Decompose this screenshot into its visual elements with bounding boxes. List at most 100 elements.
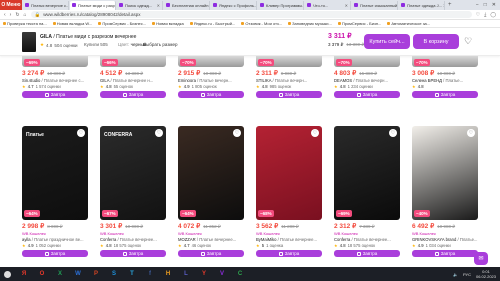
delivery-button[interactable]: Завтра: [100, 250, 166, 257]
taskbar-app-icon[interactable]: Я: [16, 268, 32, 280]
delivery-button[interactable]: Завтра: [22, 250, 88, 257]
delivery-button[interactable]: Завтра: [178, 250, 244, 257]
taskbar-app-icon[interactable]: V: [214, 268, 230, 280]
product-image[interactable]: −66%: [100, 56, 166, 67]
delivery-button[interactable]: Завтра: [334, 91, 400, 98]
delivery-button[interactable]: Завтра: [22, 91, 88, 98]
taskbar-app-icon[interactable]: L: [178, 268, 194, 280]
maximize-icon[interactable]: □: [484, 2, 487, 8]
product-card[interactable]: ♡ −68% 3 562 ₽11 280 ₽ WB Кошелек ByMaiMiko …: [256, 126, 322, 257]
product-card[interactable]: −66% 4 512 ₽13 300 ₽ GILA / Платье вечерне…: [100, 56, 166, 98]
product-card[interactable]: ♡ −40% 6 492 ₽10 980 ₽ WB Кошелек GRINKOVSKA…: [412, 126, 478, 257]
product-card[interactable]: −70% 2 311 ₽8 000 ₽ STILIKA / Платье вечер…: [256, 56, 322, 98]
product-image[interactable]: −69%: [22, 56, 88, 67]
product-image[interactable]: −70%: [334, 56, 400, 67]
product-image[interactable]: ♡ −68%: [256, 126, 322, 220]
language-indicator[interactable]: РУС: [463, 272, 471, 277]
product-title[interactable]: Селена БРЕНД / Платье...: [412, 78, 478, 83]
product-image[interactable]: −70%: [256, 56, 322, 67]
browser-tab[interactable]: Яндекс с Профиль...✕: [211, 0, 257, 10]
product-card[interactable]: ♡ −64% 4 072 ₽11 352 ₽ WB Кошелек MOZZAR / П…: [178, 126, 244, 257]
taskbar-clock[interactable]: 0:01 06.02.2023: [476, 269, 496, 279]
product-title[interactable]: GILA / Платье вечернее н...: [100, 78, 166, 83]
product-title[interactable]: DEAMOS / Платье вечерн...: [334, 78, 400, 83]
taskbar-app-icon[interactable]: S: [106, 268, 122, 280]
product-image[interactable]: ♡ −40%: [412, 126, 478, 220]
browser-tab[interactable]: Платье миди с разрезом...✕: [70, 0, 116, 10]
volume-icon[interactable]: 🔈: [453, 272, 458, 277]
taskbar-app-icon[interactable]: X: [52, 268, 68, 280]
favorite-heart-icon[interactable]: ♡: [233, 129, 241, 137]
new-tab-button[interactable]: +: [448, 2, 452, 8]
bookmark-item[interactable]: Новая вкладка W...: [52, 21, 92, 26]
chat-support-icon[interactable]: ✉: [474, 252, 488, 265]
product-thumbnail[interactable]: [22, 32, 36, 52]
product-title[interactable]: MOZZAR / Платье вечернее...: [178, 237, 244, 242]
product-image[interactable]: −70%: [412, 56, 478, 67]
product-card[interactable]: −70% 3 008 ₽10 000 ₽ Селена БРЕНД / Платье…: [412, 56, 478, 98]
product-card[interactable]: CONFERRA ♡ −67% 3 301 ₽10 000 ₽ WB Кошелек Co…: [100, 126, 166, 257]
product-title[interactable]: Sin.studio / Платье вечернее с...: [22, 78, 88, 83]
product-title[interactable]: GRINKOVSKAYA brand / Платье...: [412, 237, 478, 242]
delivery-button[interactable]: Завтра: [256, 91, 322, 98]
taskbar-app-icon[interactable]: O: [34, 268, 50, 280]
back-icon[interactable]: ‹: [4, 12, 6, 18]
tab-close-icon[interactable]: ✕: [442, 3, 444, 8]
bookmark-item[interactable]: Отзовик - Мои отз...: [241, 21, 282, 26]
buy-now-button[interactable]: Купить сейч...: [364, 34, 410, 49]
taskbar-app-icon[interactable]: W: [70, 268, 86, 280]
account-icon[interactable]: ◯: [490, 12, 496, 18]
browser-tab[interactable]: Бесплатная онлайн...✕: [164, 0, 210, 10]
favorite-heart-icon[interactable]: ♡: [155, 129, 163, 137]
start-button[interactable]: [0, 267, 14, 281]
product-card[interactable]: −69% 3 274 ₽10 800 ₽ Sin.studio / Платье в…: [22, 56, 88, 98]
taskbar-app-icon[interactable]: C: [232, 268, 248, 280]
delivery-button[interactable]: Завтра: [334, 250, 400, 257]
close-window-icon[interactable]: ✕: [492, 2, 496, 8]
product-title[interactable]: Conferra / Платье вечернее...: [100, 237, 166, 242]
home-icon[interactable]: ⌂: [24, 12, 27, 18]
bookmark-item[interactable]: ПромСервис - Бизн...: [337, 21, 381, 26]
product-title[interactable]: ayila / Платье праздничное ве...: [22, 237, 88, 242]
bookmark-star-icon[interactable]: ♡: [476, 12, 480, 18]
reload-icon[interactable]: ↻: [15, 12, 19, 18]
tab-close-icon[interactable]: ✕: [344, 3, 348, 8]
product-image[interactable]: ♡ −64%: [178, 126, 244, 220]
tab-close-icon[interactable]: ✕: [156, 3, 160, 8]
favorite-heart-icon[interactable]: ♡: [389, 129, 397, 137]
product-card[interactable]: ♡ −69% 2 312 ₽7 389 ₽ WB Кошелек Conferra / …: [334, 126, 400, 257]
browser-tab[interactable]: Поиск одежд... ✕: [117, 0, 163, 10]
product-title[interactable]: Conferra / Платье вечернее...: [334, 237, 400, 242]
bookmark-item[interactable]: Проверка текста на...: [3, 21, 47, 26]
bookmark-item[interactable]: Новая вкладка: [152, 21, 184, 26]
product-title[interactable]: ByMaiMiko / Платье вечернее...: [256, 237, 322, 242]
delivery-button[interactable]: Завтра: [100, 91, 166, 98]
delivery-button[interactable]: Завтра: [412, 250, 478, 257]
taskbar-app-icon[interactable]: H: [160, 268, 176, 280]
product-card[interactable]: −70% 4 803 ₽15 880 ₽ DEAMOS / Платье вечер…: [334, 56, 400, 98]
favorite-heart-icon[interactable]: ♡: [462, 35, 474, 47]
delivery-button[interactable]: Завтра: [178, 91, 244, 98]
bookmark-item[interactable]: Автоматическое за...: [387, 21, 430, 26]
product-image[interactable]: −70%: [178, 56, 244, 67]
favorite-heart-icon[interactable]: ♡: [311, 129, 319, 137]
forward-icon[interactable]: ›: [10, 12, 12, 18]
favorite-heart-icon[interactable]: ♡: [467, 129, 475, 137]
delivery-button[interactable]: Завтра: [256, 250, 322, 257]
product-title[interactable]: STILIKA / Платье вечерн...: [256, 78, 322, 83]
delivery-button[interactable]: Завтра: [412, 91, 478, 98]
product-image[interactable]: ♡ −69%: [334, 126, 400, 220]
download-icon[interactable]: ⤓: [484, 12, 486, 18]
browser-tab[interactable]: Кливер Программы...✕: [258, 0, 304, 10]
add-to-cart-button[interactable]: В корзину: [413, 34, 459, 49]
browser-tab[interactable]: Платье одежда J...✕: [399, 0, 445, 10]
select-size-link[interactable]: Выбрать размер: [143, 42, 178, 47]
bookmark-item[interactable]: Заповедник музыки...: [288, 21, 332, 26]
minimize-icon[interactable]: −: [476, 2, 479, 8]
taskbar-app-icon[interactable]: f: [142, 268, 158, 280]
taskbar-app-icon[interactable]: Y: [196, 268, 212, 280]
product-image[interactable]: Платье ♡ −64%: [22, 126, 88, 220]
product-card[interactable]: −70% 2 915 ₽10 000 ₽ Eminoora / Платье веч…: [178, 56, 244, 98]
taskbar-app-icon[interactable]: P: [88, 268, 104, 280]
browser-tab[interactable]: Что-то... ✕: [305, 0, 351, 10]
